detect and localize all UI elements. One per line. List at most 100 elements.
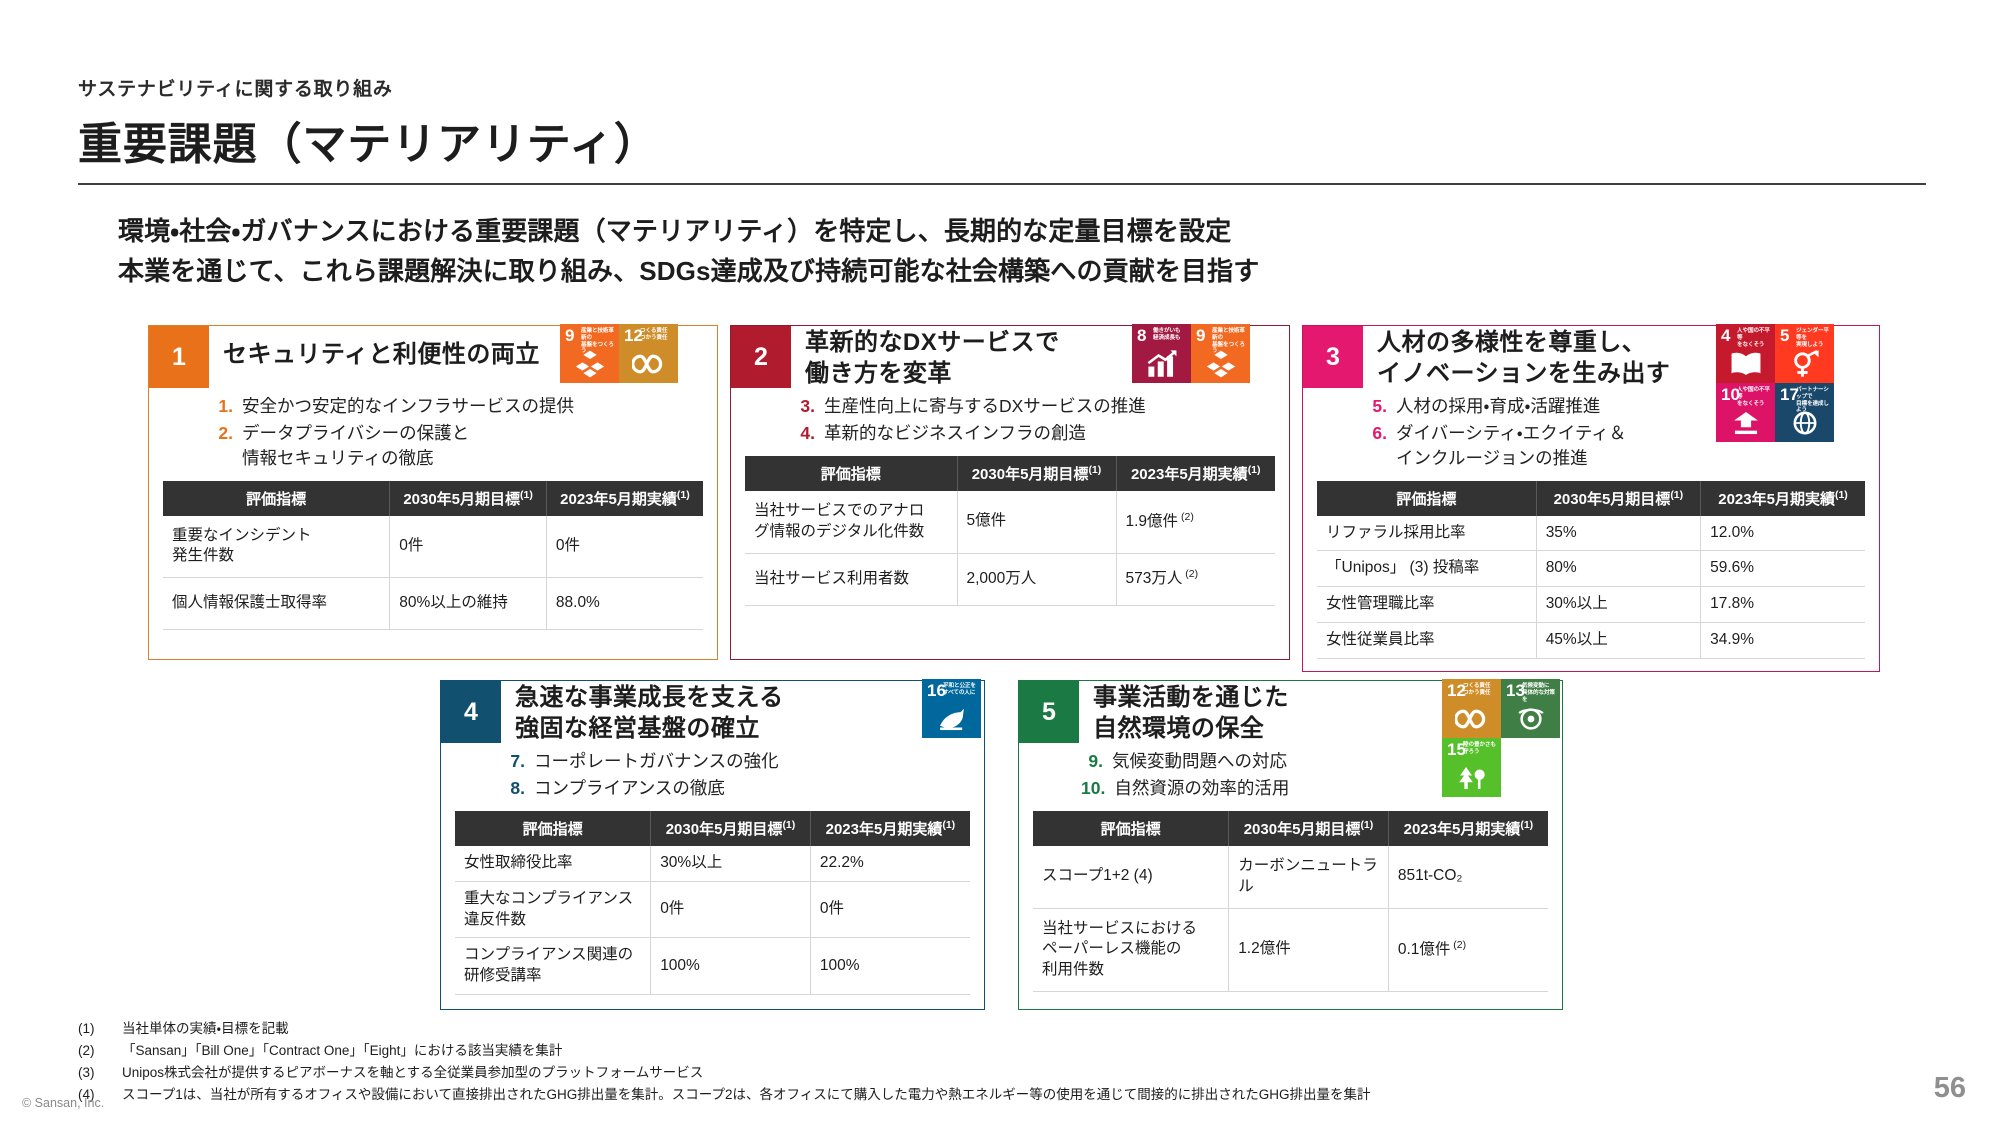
cell-metric: 女性管理職比率 xyxy=(1317,586,1537,624)
sdg-goal-glyph-cubes-icon xyxy=(560,347,619,381)
sdg-goal-glyph-cubes-icon xyxy=(1191,347,1250,381)
list-item-number: 3. xyxy=(800,396,815,416)
column-header-metric: 評価指標 xyxy=(1033,810,1230,846)
sdg-goal-label: ジェンダー平等を 実現しよう xyxy=(1796,328,1829,348)
cell-actual: 17.8% xyxy=(1700,586,1865,624)
list-item-number: 1. xyxy=(218,396,233,416)
footnote-marker: (1) xyxy=(782,818,796,831)
cell-target: 80%以上の維持 xyxy=(389,577,547,631)
sdg-goal-label: つくる責任 つかう責任 xyxy=(1463,683,1491,696)
card-header-4: 4 急速な事業成長を支える 強固な経営基盤の確立 xyxy=(441,681,984,743)
table-header-row: 評価指標 2030年5月期目標(1) 2023年5月期実績(1) xyxy=(163,480,703,516)
list-item: 7. コーポレートガバナンスの強化 xyxy=(503,749,970,774)
card-issue-list-2: 3. 生産性向上に寄与するDXサービスの推進 4. 革新的なビジネスインフラの創造 xyxy=(793,394,1275,446)
table-header-row: 評価指標 2030年5月期目標(1) 2023年5月期実績 (1) xyxy=(1033,810,1548,846)
cell-metric: 女性取締役比率 xyxy=(455,845,652,882)
table-row: 「Unipos」 (3) 投稿率 80% 59.6% xyxy=(1317,550,1865,588)
table-row: リファラル採用比率 35% 12.0% xyxy=(1317,515,1865,552)
cell-target: 0件 xyxy=(389,515,547,579)
card-number-badge-1: 1 xyxy=(149,326,209,388)
cell-metric: 重大なコンプライアンス 違反件数 xyxy=(455,881,652,939)
cell-actual: 59.6% xyxy=(1700,550,1865,588)
table-header-row: 評価指標 2030年5月期目標(1) 2023年5月期実績(1) xyxy=(1317,480,1865,516)
eyebrow-label: サステナビリティに関する取り組み xyxy=(78,79,393,100)
lead-line-1: 環境・社会・ガバナンスにおける重要課題（マテリアリティ）を特定し、長期的な定量目… xyxy=(118,216,1232,246)
cell-actual-value: 100% xyxy=(819,956,860,974)
footnote-marker: (2) xyxy=(1178,511,1194,524)
kpi-table-1: 評価指標 2030年5月期目標(1) 2023年5月期実績(1) 重要なインシデント … xyxy=(163,480,703,631)
sdg-icon-group-4: 16 平和と公正を すべての人に xyxy=(922,679,981,738)
sdg-goal-number: 9 xyxy=(565,326,575,345)
sdg-goal-12-icon: 12 つくる責任 つかう責任 xyxy=(619,324,678,383)
list-item-number: 2. xyxy=(218,422,233,443)
cell-target: 5億件 xyxy=(957,490,1117,554)
column-header-target: 2030年5月期目標(1) xyxy=(1228,810,1389,846)
card-title-3: 人材の多様性を尊重し、 イノベーションを生み出す xyxy=(1377,329,1671,387)
column-header-label: 評価指標 xyxy=(522,820,583,838)
lead-line-2: 本業を通じて、これら課題解決に取り組み、SDGs達成及び持続可能な社会構築への貢… xyxy=(118,255,1260,286)
footnote-item: (1) 当社単体の実績・目標を記載 xyxy=(78,1018,1938,1040)
sdg-goal-label: 人や国の不平等 をなくそう xyxy=(1737,328,1770,348)
sdg-goal-glyph-gender-icon xyxy=(1775,347,1834,381)
cell-actual-value: 851t-CO₂ xyxy=(1397,867,1463,885)
column-header-actual: 2023年5月期実績(1) xyxy=(1116,455,1275,491)
column-header-metric: 評価指標 xyxy=(1317,480,1537,516)
table-row: 女性取締役比率 30%以上 22.2% xyxy=(455,845,970,882)
list-item-number: 6. xyxy=(1372,422,1387,443)
cell-metric: 「Unipos」 (3) 投稿率 xyxy=(1317,550,1537,588)
footnote-marker: (1) xyxy=(1360,818,1374,831)
column-header-actual: 2023年5月期実績(1) xyxy=(1700,480,1865,516)
cell-actual-value: 88.0% xyxy=(555,594,600,612)
column-header-label: 2030年5月期目標 xyxy=(403,490,521,508)
cell-target: 45%以上 xyxy=(1536,622,1702,660)
footnote-item: (3) Unipos株式会社が提供するピアボーナスを軸とする全従業員参加型のプラッ… xyxy=(78,1062,1938,1084)
cell-actual-value: 573万人 xyxy=(1125,570,1183,588)
cell-actual-value: 12.0% xyxy=(1710,523,1755,541)
sdg-goal-label: 陸の豊かさも 守ろう xyxy=(1463,742,1496,755)
cell-actual-value: 0件 xyxy=(555,536,581,554)
list-item: 4. 革新的なビジネスインフラの創造 xyxy=(793,421,1275,446)
footnote-marker: (1) xyxy=(1247,463,1261,476)
footnote-text: スコープ1は、当社が所有するオフィスや設備において直接排出されたGHG排出量を集… xyxy=(122,1086,1371,1102)
card-number-badge-5: 5 xyxy=(1019,681,1079,743)
sdg-goal-glyph-circle-icon xyxy=(1775,406,1834,440)
list-item-label: ダイバーシティ・エクイティ＆ インクルージョンの推進 xyxy=(1396,422,1627,468)
card-number-badge-4: 4 xyxy=(441,681,501,743)
list-item-label: 自然資源の効率的活用 xyxy=(1114,777,1290,798)
column-header-actual: 2023年5月期実績(1) xyxy=(546,480,703,516)
sdg-icon-group-3: 4 人や国の不平等 をなくそう 5 ジェンダー平等を 実現しよう 10 人や国の不平等 を… xyxy=(1716,324,1834,442)
card-body-4: 7. コーポレートガバナンスの強化 8. コンプライアンスの徹底 評価指標 2030年5月… xyxy=(441,749,984,1007)
list-item-label: 革新的なビジネスインフラの創造 xyxy=(824,422,1086,443)
cell-actual: 0件 xyxy=(810,881,970,939)
cell-metric: 女性従業員比率 xyxy=(1317,622,1537,660)
sdg-icon-group-2: 8 働きがいも 経済成長も 9 産業と技術革新の 基盤をつくろう xyxy=(1132,324,1250,383)
column-header-label: 評価指標 xyxy=(1100,820,1161,838)
sdg-goal-glyph-infinity-icon xyxy=(619,347,678,381)
column-header-label: 評価指標 xyxy=(1396,490,1457,508)
sdg-icon-group-5: 12 つくる責任 つかう責任 13 気候変動に 具体的な対策を 15 陸の豊かさも 守ろう xyxy=(1442,679,1560,797)
table-row: スコープ1+2 (4) カーボンニュートラル 851t-CO₂ xyxy=(1033,845,1548,909)
list-item-number: 7. xyxy=(510,751,525,771)
cell-metric: リファラル採用比率 xyxy=(1317,515,1537,552)
column-header-actual: 2023年5月期実績(1) xyxy=(810,810,970,846)
sdg-goal-label: 平和と公正を すべての人に xyxy=(943,683,976,696)
footnote-marker: (1) xyxy=(942,818,956,831)
table-row: コンプライアンス関連の 研修受講率 100% 100% xyxy=(455,937,970,996)
footnote-text: Unipos株式会社が提供するピアボーナスを軸とする全従業員参加型のプラットフォ… xyxy=(122,1064,704,1080)
column-header-label: 2023年5月期実績 xyxy=(825,820,943,838)
list-item: 1. 安全かつ安定的なインフラサービスの提供 xyxy=(211,394,703,419)
cell-metric: 当社サービスにおける ペーパーレス機能の 利用件数 xyxy=(1033,908,1230,993)
column-header-label: 評価指標 xyxy=(246,490,307,508)
column-header-label: 2030年5月期目標 xyxy=(971,465,1089,483)
list-item-label: コンプライアンスの徹底 xyxy=(534,777,725,798)
kpi-table-5: 評価指標 2030年5月期目標(1) 2023年5月期実績 (1) スコープ1+2 (4… xyxy=(1033,810,1548,993)
sdg-goal-15-icon: 15 陸の豊かさも 守ろう xyxy=(1442,738,1501,797)
slide-root: サステナビリティに関する取り組み 重要課題（マテリアリティ） 環境・社会・ガバナ… xyxy=(0,0,2000,1126)
column-header-target: 2030年5月期目標(1) xyxy=(389,480,547,516)
sdg-goal-label: 気候変動に 具体的な対策を xyxy=(1522,683,1555,703)
kpi-table-3: 評価指標 2030年5月期目標(1) 2023年5月期実績(1) リファラル採用比率 3… xyxy=(1317,480,1865,660)
list-item-label: データプライバシーの保護と 情報セキュリティの徹底 xyxy=(242,422,470,468)
column-header-label: 2023年5月期実績 xyxy=(1403,820,1521,838)
card-number-badge-2: 2 xyxy=(731,326,791,388)
kpi-table-4: 評価指標 2030年5月期目標(1) 2023年5月期実績(1) 女性取締役比率 30%… xyxy=(455,810,970,996)
